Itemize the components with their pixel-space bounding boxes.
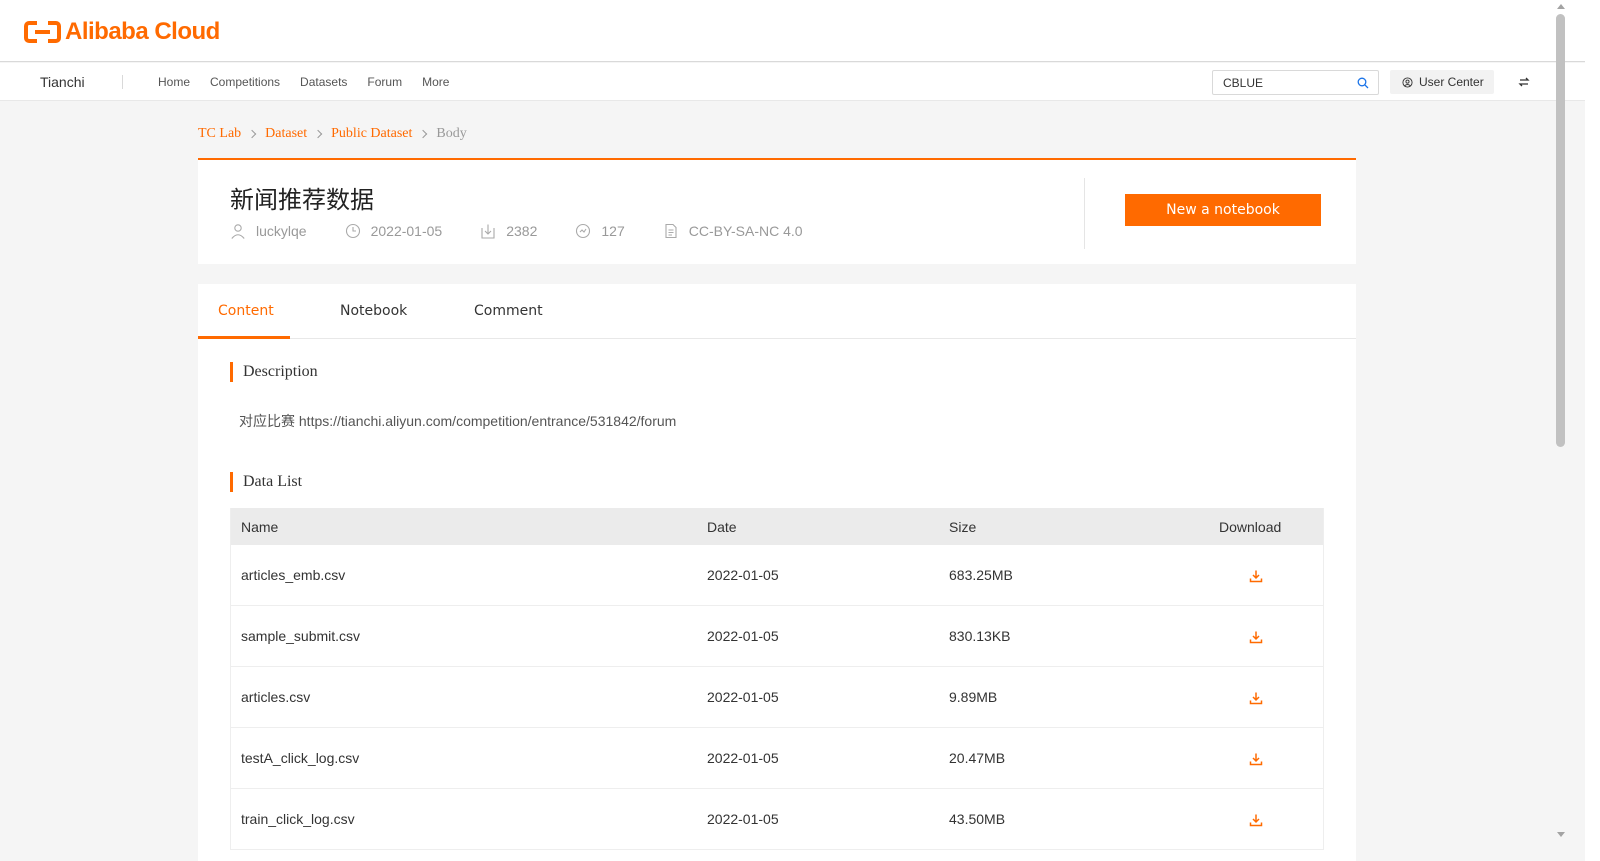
description-text: 对应比赛 https://tianchi.aliyun.com/competit… [239,413,677,429]
table-header: Name Date Size Download [231,508,1323,545]
created-date: 2022-01-05 [370,223,443,239]
tab-notebook[interactable]: Notebook [340,303,407,319]
file-size: 830.13KB [949,628,1011,644]
description-heading: Description [230,362,318,382]
file-date: 2022-01-05 [707,811,779,827]
file-name: articles.csv [241,689,311,705]
license-icon [665,223,677,239]
meta-author: luckylqe [230,223,307,239]
logo-mark-icon [24,19,61,45]
download-cell [1219,750,1323,766]
nav-link-home[interactable]: Home [158,75,190,89]
col-header-date: Date [707,518,737,535]
data-list-table: Name Date Size Download articles_emb.csv… [230,508,1324,850]
file-name: train_click_log.csv [241,811,355,827]
nav-link-forum[interactable]: Forum [367,75,402,89]
active-tab-indicator [198,336,290,339]
meta-downloads: 2382 [480,223,537,239]
download-icon[interactable] [1249,752,1263,766]
col-header-download: Download [1219,518,1282,535]
new-notebook-button[interactable]: New a notebook [1125,194,1321,226]
top-bar: Alibaba Cloud [0,0,1585,62]
chevron-right-icon [419,129,428,139]
file-name: articles_emb.csv [241,567,346,583]
breadcrumb-current: Body [436,126,467,141]
file-date: 2022-01-05 [707,628,779,644]
header-divider [1084,178,1085,249]
like-count: 127 [601,223,625,239]
download-count: 2382 [506,223,538,239]
download-cell [1219,689,1323,705]
switch-icon[interactable] [1518,76,1530,88]
col-header-name: Name [241,518,279,535]
logo-text: Alibaba Cloud [65,18,220,45]
nav-link-competitions[interactable]: Competitions [210,75,280,89]
breadcrumb-public-dataset[interactable]: Public Dataset [331,126,412,142]
nav-links: Home Competitions Datasets Forum More [158,75,469,89]
nav-brand[interactable]: Tianchi [40,74,85,90]
file-size: 43.50MB [949,811,1006,827]
alibaba-cloud-logo[interactable]: Alibaba Cloud [24,18,220,46]
clock-icon [345,223,360,239]
scroll-up-arrow-icon[interactable] [1557,4,1565,9]
scroll-down-arrow-icon[interactable] [1557,832,1565,837]
breadcrumb-dataset[interactable]: Dataset [265,126,307,142]
col-header-size: Size [949,518,977,535]
table-row: sample_submit.csv 2022-01-05 830.13KB [231,606,1323,667]
user-center-button[interactable]: User Center [1390,70,1494,94]
table-row: articles.csv 2022-01-05 9.89MB [231,667,1323,728]
download-icon[interactable] [1249,813,1263,827]
like-icon [576,223,591,239]
table-row: testA_click_log.csv 2022-01-05 20.47MB [231,728,1323,789]
file-name: testA_click_log.csv [241,750,360,766]
download-icon[interactable] [1249,630,1263,644]
meta-date: 2022-01-05 [345,223,443,239]
download-icon[interactable] [1249,691,1263,705]
file-date: 2022-01-05 [707,750,779,766]
dataset-meta: luckylqe 2022-01-05 2382 127 CC-BY-SA-NC… [230,223,841,239]
user-circle-icon [1402,76,1413,88]
download-count-icon [481,224,495,239]
download-icon[interactable] [1249,569,1263,583]
tab-content[interactable]: Content [218,303,274,319]
user-icon [231,224,245,239]
dataset-header-card: 新闻推荐数据 luckylqe 2022-01-05 2382 127 CC-B… [198,158,1356,264]
chevron-right-icon [313,129,323,139]
tab-comment[interactable]: Comment [474,303,543,319]
table-row: train_click_log.csv 2022-01-05 43.50MB [231,789,1323,850]
scrollbar-thumb[interactable] [1556,14,1565,447]
file-size: 9.89MB [949,689,998,705]
search-input[interactable] [1223,74,1348,92]
download-cell [1219,811,1323,827]
scrollbar[interactable] [1585,0,1600,861]
chevron-right-icon [247,129,257,139]
author-name[interactable]: luckylqe [256,223,307,239]
nav-divider [122,75,123,89]
breadcrumb: TC Lab Dataset Public Dataset Body [198,126,467,142]
nav-link-datasets[interactable]: Datasets [300,75,347,89]
search-box [1212,70,1379,95]
download-cell [1219,567,1323,583]
file-size: 20.47MB [949,750,1006,766]
file-date: 2022-01-05 [707,567,779,583]
file-name: sample_submit.csv [241,628,361,644]
meta-likes: 127 [575,223,625,239]
user-center-label: User Center [1419,75,1484,89]
meta-license: CC-BY-SA-NC 4.0 [663,223,803,239]
download-cell [1219,628,1323,644]
nav-bar: Tianchi Home Competitions Datasets Forum… [0,63,1585,101]
search-icon[interactable] [1357,77,1369,89]
file-size: 683.25MB [949,567,1013,583]
license-text: CC-BY-SA-NC 4.0 [688,223,803,239]
page-title: 新闻推荐数据 [230,186,374,214]
data-list-heading: Data List [230,472,302,492]
tab-bar: Content Notebook Comment [198,284,1356,339]
breadcrumb-tc-lab[interactable]: TC Lab [198,126,241,142]
table-row: articles_emb.csv 2022-01-05 683.25MB [231,545,1323,606]
file-date: 2022-01-05 [707,689,779,705]
nav-link-more[interactable]: More [422,75,449,89]
content-card: Content Notebook Comment Description 对应比… [198,284,1356,861]
